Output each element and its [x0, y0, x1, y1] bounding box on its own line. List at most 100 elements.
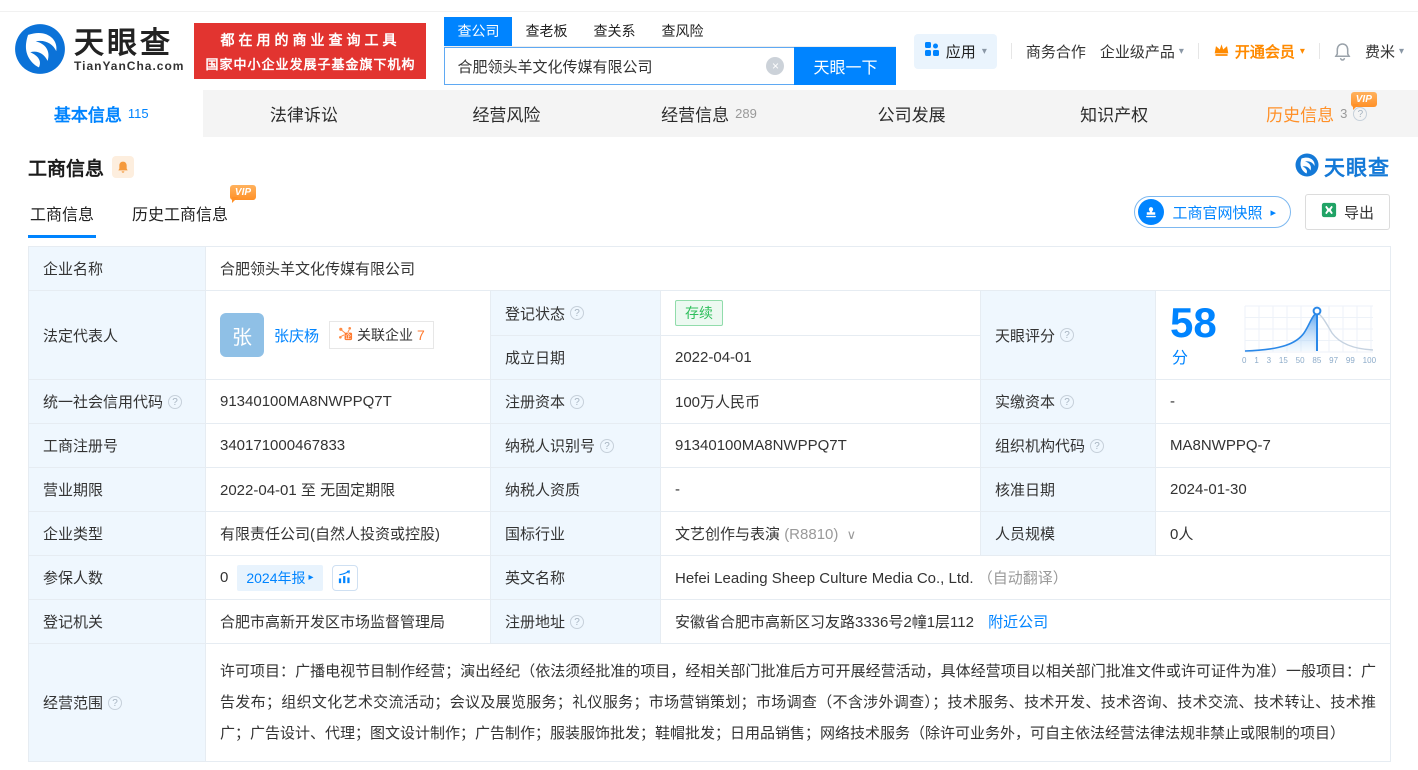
apps-grid-icon — [924, 41, 940, 61]
industry-label: 国标行业 — [490, 511, 661, 556]
monitor-bell-icon[interactable] — [112, 156, 135, 178]
reg-number-value: 340171000467833 — [205, 423, 491, 468]
search-button[interactable]: 天眼一下 — [794, 47, 897, 85]
table-row: 统一社会信用代码? 91340100MA8NWPPQ7T 注册资本? 100万人… — [28, 379, 1392, 424]
tab-legal-proceedings[interactable]: 法律诉讼 — [203, 90, 406, 137]
paid-capital-value: - — [1154, 379, 1392, 424]
tianyancha-logo[interactable]: 天眼查 TianYanCha.com — [14, 23, 184, 80]
score-label: 天眼评分? — [980, 290, 1156, 380]
help-icon[interactable]: ? — [570, 306, 585, 320]
taxpayer-quality-value: - — [660, 467, 981, 512]
annual-report-label: 2024年报 — [246, 569, 306, 586]
credit-code-value: 91340100MA8NWPPQ7T — [205, 379, 491, 424]
score-unit: 分 — [1172, 350, 1189, 367]
tab-operating-risk[interactable]: 经营风险 — [405, 90, 608, 137]
search-tab-relation[interactable]: 查关系 — [580, 17, 648, 46]
help-icon[interactable]: ? — [1060, 328, 1075, 342]
related-companies-label: 关联企业 — [357, 327, 414, 343]
scope-label: 经营范围? — [28, 643, 206, 762]
insured-trend-chart-button[interactable] — [331, 564, 358, 591]
company-name-value: 合肥领头羊文化传媒有限公司 — [204, 246, 1392, 291]
vip-badge: VIP — [229, 185, 257, 203]
notifications-bell-icon[interactable] — [1334, 42, 1351, 61]
watermark-logo-icon — [1295, 153, 1319, 182]
help-icon[interactable]: ? — [1090, 438, 1105, 453]
help-icon[interactable]: ? — [168, 394, 183, 409]
annual-report-badge[interactable]: 2024年报 ▸ — [237, 564, 323, 591]
search-input[interactable] — [444, 47, 795, 85]
business-cooperation-link[interactable]: 商务合作 — [1026, 41, 1086, 62]
official-snapshot-button[interactable]: 工商官网快照 ▸ — [1134, 196, 1291, 228]
subtab-business-registration[interactable]: 工商信息 — [28, 187, 97, 238]
tab-label: 知识产权 — [1080, 106, 1149, 125]
avatar[interactable]: 张 — [220, 313, 264, 357]
apps-menu[interactable]: 应用 ▾ — [913, 33, 997, 69]
open-vip-menu[interactable]: 开通会员 ▾ — [1213, 41, 1305, 62]
chevron-down-icon[interactable]: ∨ — [847, 527, 857, 542]
tab-business-info[interactable]: 经营信息 289 — [608, 90, 811, 137]
scope-value: 许可项目：广播电视节目制作经营；演出经纪（依法须经批准的项目，经相关部门批准后方… — [204, 643, 1392, 762]
search-tab-boss[interactable]: 查老板 — [512, 17, 580, 46]
related-companies-badge[interactable]: 企 关联企业 7 — [329, 321, 434, 349]
reg-status-value: 存续 — [660, 290, 981, 336]
tab-label: 经营信息 — [661, 106, 730, 125]
score-distribution-chart: 0 1 3 15 50 85 97 99 100 — [1242, 305, 1376, 365]
legal-rep-link[interactable]: 张庆杨 — [274, 325, 319, 346]
stamp-icon — [1138, 199, 1165, 225]
business-info-table: 企业名称 合肥领头羊文化传媒有限公司 法定代表人 张 张庆杨 企 关联企业 7 … — [28, 246, 1392, 762]
user-account-menu[interactable]: 费米 ▾ — [1365, 41, 1404, 62]
help-icon[interactable]: ? — [108, 695, 123, 710]
chevron-down-icon: ▾ — [1178, 45, 1184, 57]
tab-label: 历史信息 — [1266, 106, 1335, 125]
tab-intellectual-property[interactable]: 知识产权 — [1013, 90, 1216, 137]
english-name-label: 英文名称 — [490, 555, 661, 600]
table-row: 企业类型 有限责任公司(自然人投资或控股) 国标行业 文艺创作与表演 (R881… — [28, 511, 1392, 556]
table-row: 工商注册号 340171000467833 纳税人识别号? 91340100MA… — [28, 423, 1392, 468]
search-tab-risk[interactable]: 查风险 — [648, 17, 716, 46]
reg-number-label: 工商注册号 — [28, 423, 206, 468]
menu-divider — [1010, 43, 1012, 59]
table-row: 经营范围? 许可项目：广播电视节目制作经营；演出经纪（依法须经批准的项目，经相关… — [28, 643, 1392, 762]
export-button[interactable]: 导出 — [1304, 194, 1390, 230]
help-icon[interactable]: ? — [1060, 394, 1075, 409]
nearby-companies-link[interactable]: 附近公司 — [988, 614, 1048, 631]
search-tab-company[interactable]: 查公司 — [444, 17, 513, 46]
auto-translate-note: （自动翻译） — [977, 570, 1068, 587]
help-icon[interactable]: ? — [600, 438, 615, 453]
watermark-text: 天眼查 — [1324, 157, 1390, 180]
english-name-text: Hefei Leading Sheep Culture Media Co., L… — [675, 570, 974, 587]
tab-basic-info[interactable]: 基本信息 115 — [0, 90, 203, 137]
approval-date-value: 2024-01-30 — [1154, 467, 1392, 512]
org-code-value: MA8NWPPQ-7 — [1154, 423, 1392, 468]
address-label: 注册地址? — [490, 599, 661, 644]
table-row: 营业期限 2022-04-01 至 无固定期限 纳税人资质 - 核准日期 202… — [28, 467, 1392, 512]
open-vip-label: 开通会员 — [1234, 43, 1295, 61]
tab-history-info[interactable]: 历史信息 3 ? VIP — [1215, 90, 1418, 137]
industry-value[interactable]: 文艺创作与表演 (R8810) ∨ — [660, 511, 981, 556]
taxpayer-quality-label: 纳税人资质 — [490, 467, 661, 512]
enterprise-products-menu[interactable]: 企业级产品 ▾ — [1100, 41, 1184, 62]
search-tabs: 查公司 查老板 查关系 查风险 — [444, 17, 897, 47]
chevron-down-icon: ▾ — [1299, 45, 1305, 57]
org-code-label: 组织机构代码? — [980, 423, 1156, 468]
subtab-history-registration[interactable]: 历史工商信息 VIP — [130, 185, 257, 238]
tianyancha-watermark: 天眼查 — [1295, 152, 1390, 182]
subtab-label: 历史工商信息 — [132, 207, 229, 224]
tab-count: 115 — [127, 106, 149, 121]
tab-company-development[interactable]: 公司发展 — [810, 90, 1013, 137]
help-icon[interactable]: ? — [570, 614, 585, 629]
brand-domain: TianYanCha.com — [74, 59, 185, 73]
enterprise-products-label: 企业级产品 — [1099, 43, 1175, 61]
site-header: 天眼查 TianYanCha.com 都在用的商业查询工具 国家中小企业发展子基… — [0, 12, 1418, 90]
arrow-right-icon: ▸ — [308, 572, 314, 583]
table-row: 参保人数 0 2024年报 ▸ 英文名称 Hefei Leading Sheep… — [28, 555, 1392, 600]
vip-badge: VIP — [1350, 92, 1377, 110]
score-cell[interactable]: 58分 0 1 3 15 50 85 97 99 100 — [1154, 290, 1392, 380]
score-axis-labels: 0 1 3 15 50 85 97 99 100 — [1242, 356, 1377, 365]
tab-label: 公司发展 — [877, 106, 946, 125]
tab-label: 经营风险 — [472, 106, 541, 125]
help-icon[interactable]: ? — [570, 394, 585, 409]
top-divider — [0, 0, 1418, 12]
establish-date-label: 成立日期 — [490, 335, 661, 380]
industry-name: 文艺创作与表演 — [675, 526, 781, 543]
